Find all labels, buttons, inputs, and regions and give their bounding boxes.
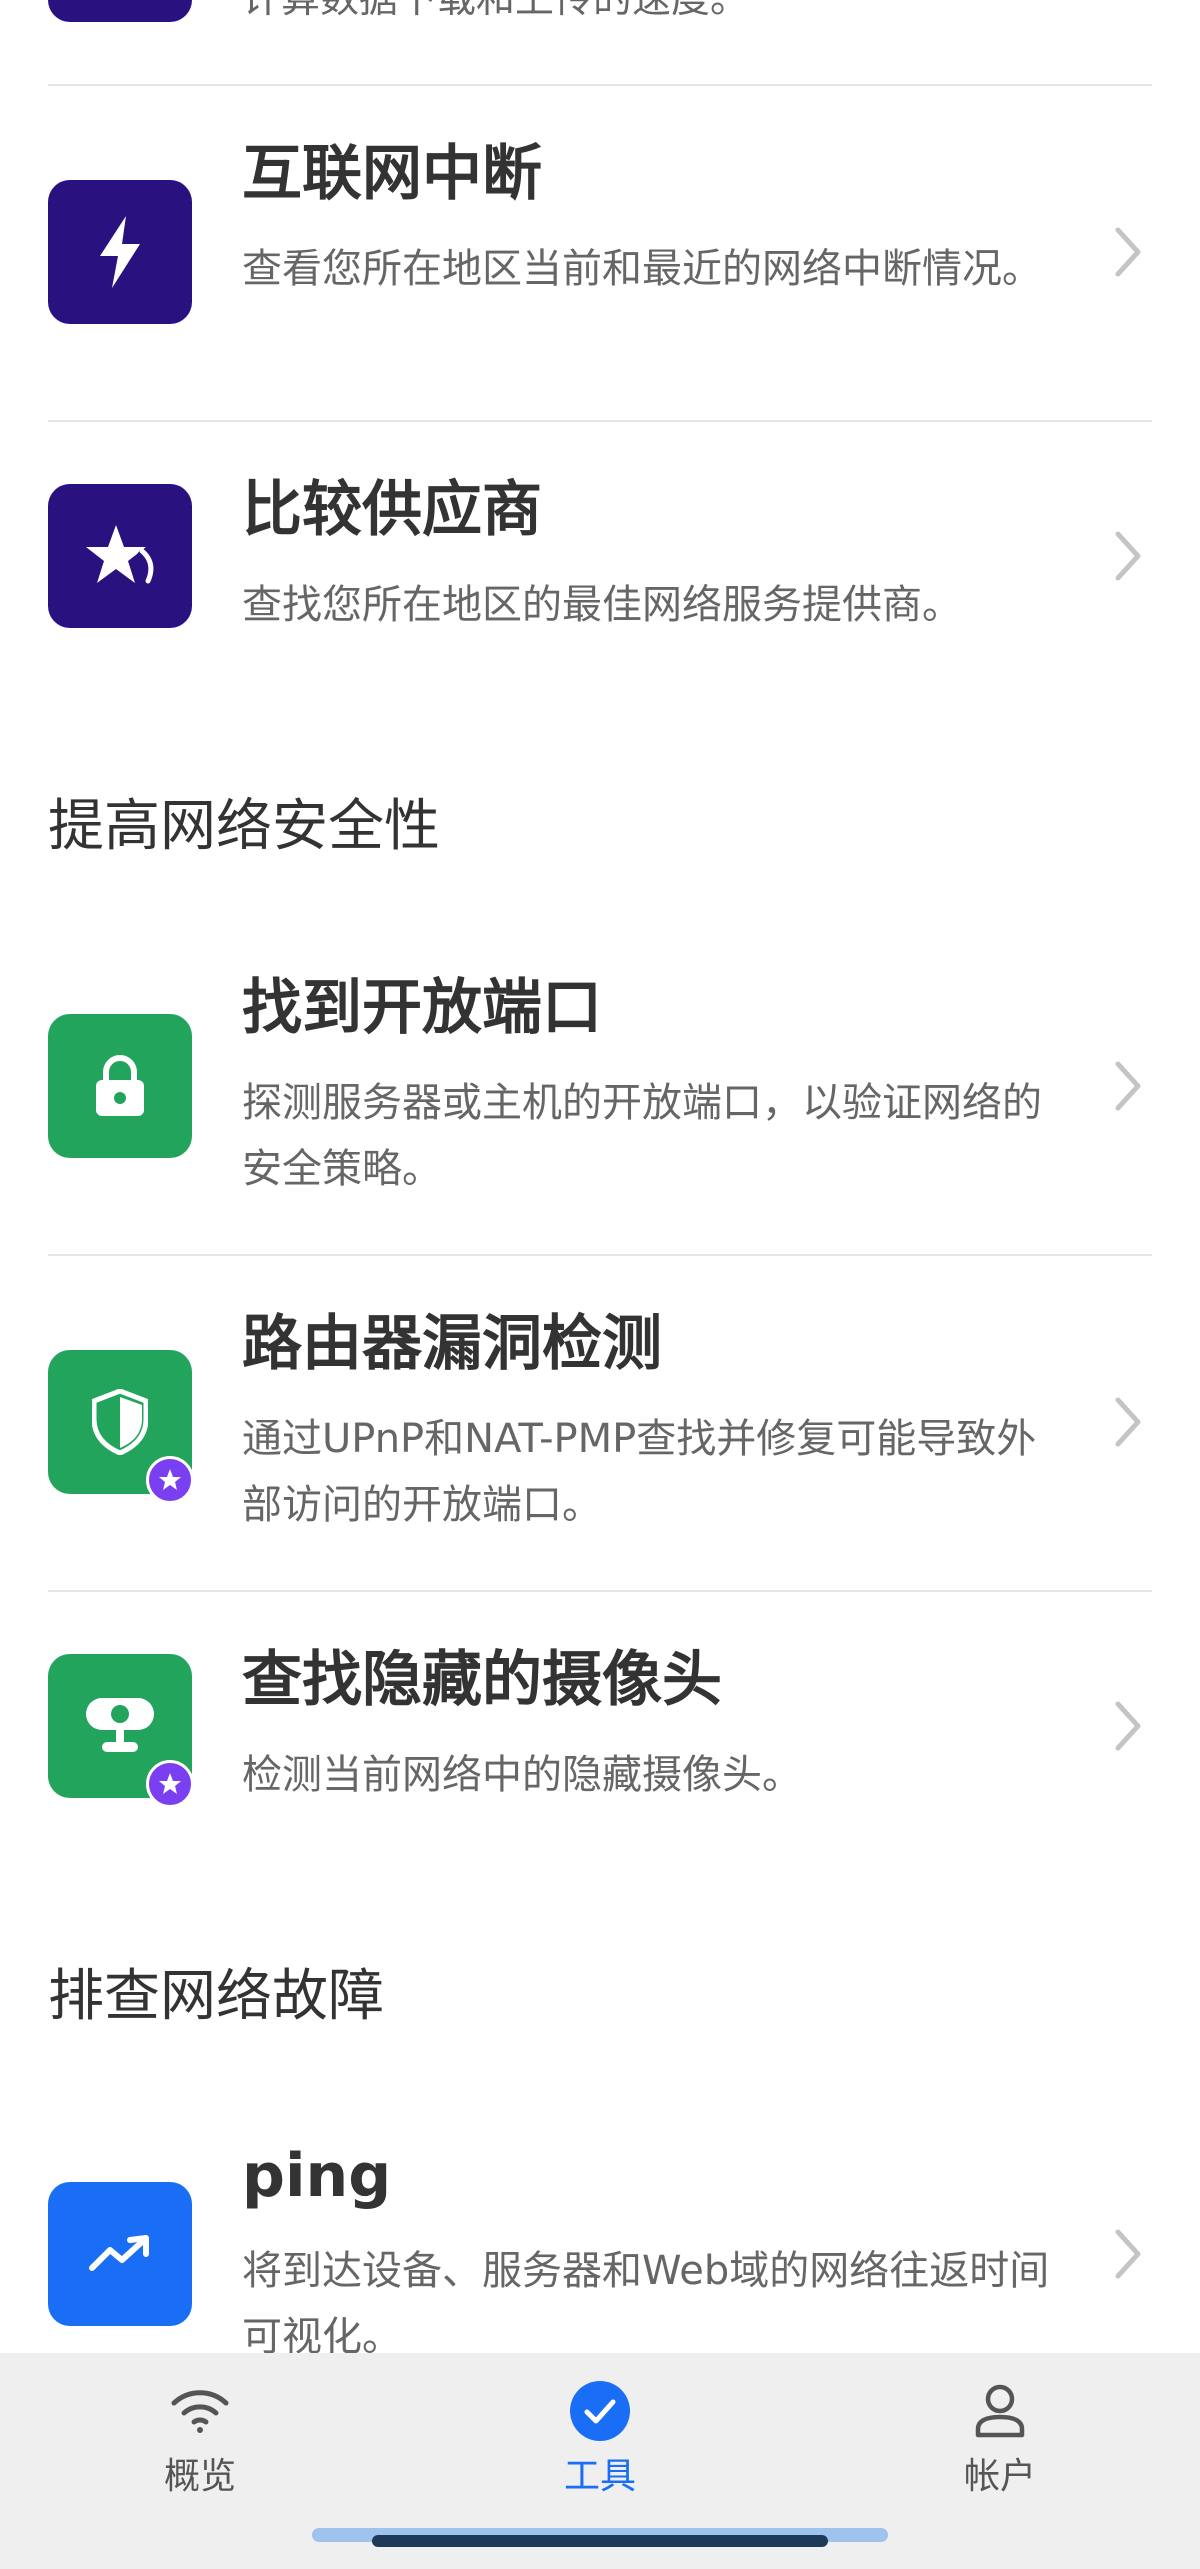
- item-title: 找到开放端口: [242, 973, 602, 1043]
- lock-icon: [48, 1014, 192, 1158]
- tab-account-label: 帐户: [963, 2456, 1036, 2497]
- tools-screen: 计算数据下载和上传的速度。 互联网中断 查看您所在地区当前和最近的网络中断情况。…: [0, 0, 1200, 2569]
- premium-star-icon: [146, 1760, 194, 1808]
- tab-tools-label: 工具: [563, 2456, 636, 2497]
- partial-list-item[interactable]: 计算数据下载和上传的速度。: [0, 0, 1200, 86]
- item-title: 比较供应商: [242, 475, 542, 545]
- chevron-right-icon: [1115, 531, 1141, 581]
- item-description: 查找您所在地区的最佳网络服务提供商。: [242, 582, 962, 628]
- person-icon: [968, 2379, 1032, 2443]
- tab-tools[interactable]: 工具: [500, 2379, 700, 2519]
- list-item-compare-providers[interactable]: 比较供应商 查找您所在地区的最佳网络服务提供商。: [0, 422, 1200, 692]
- premium-star-icon: [146, 1456, 194, 1504]
- speed-test-icon: [48, 0, 192, 22]
- lightning-icon: [48, 180, 192, 324]
- chevron-right-icon: [1115, 227, 1141, 277]
- camera-icon: [48, 1654, 194, 1808]
- item-title: 查找隐藏的摄像头: [242, 1645, 722, 1715]
- home-indicator[interactable]: [372, 2535, 828, 2547]
- item-description: 通过UPnP和NAT-PMP查找并修复可能导致外部访问的开放端口。: [242, 1416, 1037, 1528]
- chevron-right-icon: [1115, 2229, 1141, 2279]
- star-compare-icon: [48, 484, 192, 628]
- section-heading-troubleshoot: 排查网络故障: [48, 1964, 384, 2029]
- list-item-internet-outages[interactable]: 互联网中断 查看您所在地区当前和最近的网络中断情况。: [0, 86, 1200, 420]
- chevron-right-icon: [1115, 1701, 1141, 1751]
- wifi-icon: [168, 2379, 232, 2443]
- item-description: 检测当前网络中的隐藏摄像头。: [242, 1752, 802, 1798]
- tab-overview-label: 概览: [163, 2456, 236, 2497]
- section-heading-security: 提高网络安全性: [48, 794, 440, 859]
- tab-overview[interactable]: 概览: [100, 2379, 300, 2519]
- list-item-hidden-cameras[interactable]: 查找隐藏的摄像头 检测当前网络中的隐藏摄像头。: [0, 1592, 1200, 1862]
- check-circle-icon: [568, 2379, 632, 2443]
- tab-account[interactable]: 帐户: [900, 2379, 1100, 2519]
- shield-icon: [48, 1350, 194, 1504]
- item-title: 互联网中断: [242, 139, 542, 209]
- item-description: 查看您所在地区当前和最近的网络中断情况。: [242, 246, 1042, 292]
- item-title: ping: [242, 2141, 392, 2211]
- item-title: 路由器漏洞检测: [242, 1309, 662, 1379]
- item-description: 将到达设备、服务器和Web域的网络往返时间可视化。: [242, 2248, 1050, 2353]
- item-description: 探测服务器或主机的开放端口，以验证网络的安全策略。: [242, 1080, 1042, 1192]
- list-item-open-ports[interactable]: 找到开放端口 探测服务器或主机的开放端口，以验证网络的安全策略。: [0, 920, 1200, 1254]
- trend-up-icon: [48, 2182, 192, 2326]
- list-item-ping[interactable]: ping 将到达设备、服务器和Web域的网络往返时间可视化。: [0, 2130, 1200, 2353]
- chevron-right-icon: [1115, 1397, 1141, 1447]
- partial-item-description: 计算数据下载和上传的速度。: [242, 0, 749, 24]
- chevron-right-icon: [1115, 1061, 1141, 1111]
- list-item-router-vulnerability[interactable]: 路由器漏洞检测 通过UPnP和NAT-PMP查找并修复可能导致外部访问的开放端口…: [0, 1256, 1200, 1590]
